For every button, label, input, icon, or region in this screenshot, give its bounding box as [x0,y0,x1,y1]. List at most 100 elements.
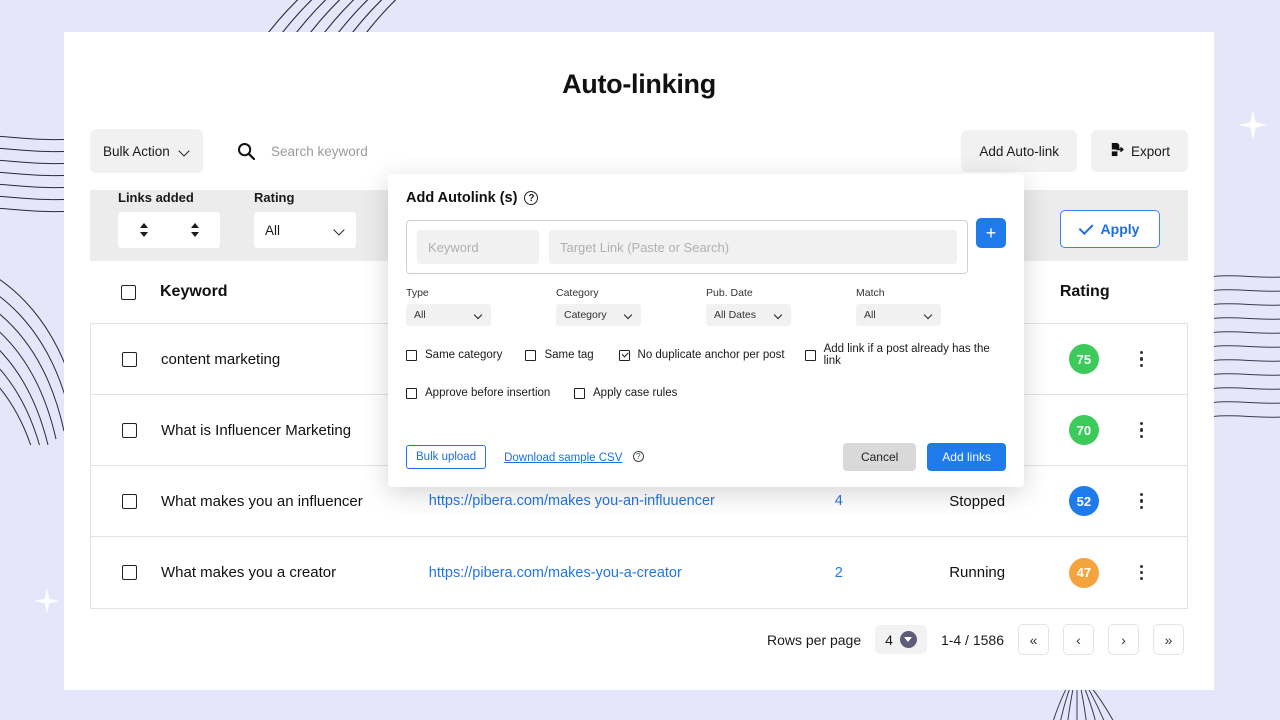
category-value: Category [564,309,607,321]
row-keyword: What is Influencer Marketing [137,422,429,439]
links-added-label: Links added [118,190,220,205]
option-same-tag[interactable]: Same tag [525,343,618,367]
option-same-category[interactable]: Same category [406,343,525,367]
row-menu-button[interactable] [1126,422,1156,438]
add-row-button[interactable]: + [976,218,1006,248]
row-keyword: content marketing [137,351,429,368]
modal-filter-type: Type All [406,287,556,326]
next-page-button[interactable]: › [1108,624,1139,655]
pubdate-select[interactable]: All Dates [706,304,791,326]
row-target-link[interactable]: https://pibera.com/makes you-an-influuen… [429,493,765,509]
row-links-count[interactable]: 4 [765,493,913,509]
pagination-range: 1-4 / 1586 [941,632,1004,648]
row-rating: 75 [1041,344,1126,374]
page-title: Auto-linking [64,69,1214,100]
modal-filter-category: Category Category [556,287,706,326]
apply-label: Apply [1101,221,1140,237]
chevron-down-icon [774,311,783,320]
checkbox[interactable] [406,350,417,361]
prev-page-button[interactable]: ‹ [1063,624,1094,655]
download-sample-csv-link[interactable]: Download sample CSV [504,452,622,464]
option-apply-case-rules[interactable]: Apply case rules [574,387,677,399]
table-row[interactable]: What makes you a creator https://pibera.… [91,537,1187,608]
bulk-action-label: Bulk Action [103,144,170,159]
kebab-menu-icon [1140,422,1143,438]
sparkle-icon-right [1238,110,1268,145]
checkbox[interactable] [525,350,536,361]
chevron-down-icon [624,311,633,320]
match-select[interactable]: All [856,304,941,326]
question-mark-icon[interactable]: ? [633,451,644,462]
header-keyword: Keyword [136,283,428,301]
pubdate-value: All Dates [714,309,756,321]
match-value: All [864,309,876,321]
check-icon [1078,220,1093,235]
row-checkbox[interactable] [122,494,137,509]
search-input[interactable] [271,144,531,159]
rating-badge: 47 [1069,558,1099,588]
target-link-input[interactable] [549,230,957,264]
question-mark-icon[interactable]: ? [524,191,538,205]
rows-per-page-select[interactable]: 4 [875,625,927,654]
rating-select[interactable]: All [254,212,356,248]
option-label: Same tag [544,349,593,361]
type-select[interactable]: All [406,304,491,326]
row-status: Running [913,564,1041,581]
rating-badge: 75 [1069,344,1099,374]
row-rating: 52 [1041,486,1126,516]
option-label: Approve before insertion [425,387,550,399]
checkbox[interactable] [574,388,585,399]
row-menu-button[interactable] [1126,493,1156,509]
row-menu-button[interactable] [1126,351,1156,367]
select-all-checkbox[interactable] [121,285,136,300]
last-page-button[interactable]: » [1153,624,1184,655]
export-label: Export [1131,144,1170,159]
export-button[interactable]: Export [1091,130,1188,172]
row-checkbox[interactable] [122,423,137,438]
modal-title-text: Add Autolink (s) [406,190,517,206]
rows-per-page-label: Rows per page [767,632,861,648]
cancel-button[interactable]: Cancel [843,443,916,471]
download-sample-csv-area: Download sample CSV ? [486,448,644,466]
keyword-input[interactable] [417,230,539,264]
add-autolink-modal: Add Autolink (s) ? + Type All Category C… [388,174,1024,487]
search-area [237,142,961,160]
add-autolink-button[interactable]: Add Auto-link [961,130,1077,172]
row-menu-button[interactable] [1126,565,1156,581]
row-keyword: What makes you a creator [137,564,429,581]
type-value: All [414,309,426,321]
checkbox[interactable] [619,350,630,361]
checkbox[interactable] [805,350,816,361]
add-links-button[interactable]: Add links [927,443,1006,471]
checkbox[interactable] [406,388,417,399]
chevron-down-icon [179,146,190,157]
row-keyword: What makes you an influencer [137,493,429,510]
row-links-count[interactable]: 2 [765,565,913,581]
category-select[interactable]: Category [556,304,641,326]
modal-filter-match: Match All [856,287,1006,326]
option-no-duplicate-anchor[interactable]: No duplicate anchor per post [619,343,805,367]
rating-filter: Rating All [254,190,356,248]
chevron-down-icon [900,631,917,648]
first-page-button[interactable]: « [1018,624,1049,655]
apply-button[interactable]: Apply [1060,210,1160,248]
autolink-entry-row [406,220,968,274]
row-checkbox[interactable] [122,352,137,367]
rows-per-page-value: 4 [885,632,893,648]
bulk-upload-button[interactable]: Bulk upload [406,445,486,469]
match-label: Match [856,287,1006,299]
bulk-action-dropdown[interactable]: Bulk Action [90,129,203,173]
row-target-link[interactable]: https://pibera.com/makes-you-a-creator [429,565,765,581]
row-status: Stopped [913,493,1041,510]
kebab-menu-icon [1140,493,1143,509]
links-added-stepper[interactable] [118,212,220,248]
row-checkbox[interactable] [122,565,137,580]
option-add-link-if-exists[interactable]: Add link if a post already has the link [805,343,1006,367]
option-approve-before-insertion[interactable]: Approve before insertion [406,387,574,399]
search-icon [237,142,255,160]
option-label: No duplicate anchor per post [638,349,785,361]
links-added-min-stepper[interactable] [140,223,148,237]
option-label: Apply case rules [593,387,677,399]
links-added-max-stepper[interactable] [191,223,199,237]
option-label: Add link if a post already has the link [824,343,1006,367]
